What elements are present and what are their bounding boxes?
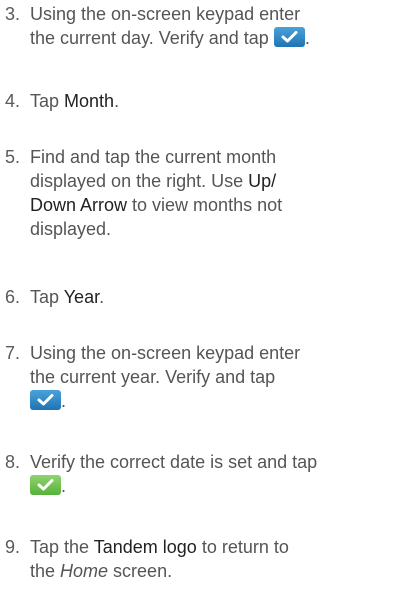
step-text-part: . bbox=[114, 91, 120, 111]
step-text-part: to return to bbox=[196, 537, 289, 557]
step-text-highlight: Up/ bbox=[248, 171, 277, 191]
confirm-checkmark-icon bbox=[30, 390, 61, 410]
step-text-punct: . bbox=[304, 28, 310, 48]
step-text: Tap Year. bbox=[30, 285, 408, 309]
step-text-line: Verify the correct date is set and tap bbox=[30, 452, 318, 472]
step-text: Using the on-screen keypad enter the cur… bbox=[30, 2, 408, 50]
step-text-line: Using the on-screen keypad enter bbox=[30, 4, 301, 24]
step-text-part: the bbox=[30, 561, 61, 581]
step-text-highlight: Month bbox=[64, 91, 115, 111]
step-text-highlight: Down Arrow bbox=[30, 195, 128, 215]
confirm-checkmark-icon bbox=[273, 27, 305, 47]
confirm-checkmark-icon bbox=[30, 475, 61, 495]
step-text-part: Tap the bbox=[30, 537, 94, 557]
step-number: 7. bbox=[5, 343, 21, 363]
step-text: Tap the Tandem logo to return to the Hom… bbox=[30, 535, 408, 583]
step-text-part: displayed on the right. Use bbox=[30, 171, 249, 191]
step-number: 3. bbox=[5, 4, 21, 24]
step-text-part: . bbox=[99, 287, 105, 307]
step-text-emphasis: Home bbox=[60, 561, 109, 581]
step-number: 5. bbox=[5, 147, 21, 167]
step-text-part: to view months not bbox=[127, 195, 283, 215]
step-text: Find and tap the current month displayed… bbox=[30, 145, 408, 241]
step-number: 4. bbox=[5, 91, 21, 111]
step-text-line: displayed. bbox=[30, 219, 112, 239]
step-text-line: Using the on-screen keypad enter bbox=[30, 343, 301, 363]
step-text: Using the on-screen keypad enter the cur… bbox=[30, 341, 408, 413]
step-text-highlight: Tandem logo bbox=[93, 537, 197, 557]
step-text: Tap Month. bbox=[30, 89, 408, 113]
step-text-punct: . bbox=[61, 391, 67, 411]
step-text-part: Tap bbox=[30, 91, 65, 111]
step-text-line: the current day. Verify and tap bbox=[30, 28, 274, 48]
step-number: 6. bbox=[5, 287, 21, 307]
step-text: Verify the correct date is set and tap . bbox=[30, 450, 408, 498]
step-text-line: the current year. Verify and tap bbox=[30, 367, 276, 387]
step-number: 8. bbox=[5, 452, 21, 472]
step-text-part: Tap bbox=[30, 287, 64, 307]
step-text-highlight: Year bbox=[63, 287, 100, 307]
step-number: 9. bbox=[5, 537, 21, 557]
step-text-part: screen. bbox=[108, 561, 173, 581]
step-text-line: Find and tap the current month bbox=[30, 147, 277, 167]
step-text-punct: . bbox=[61, 476, 67, 496]
